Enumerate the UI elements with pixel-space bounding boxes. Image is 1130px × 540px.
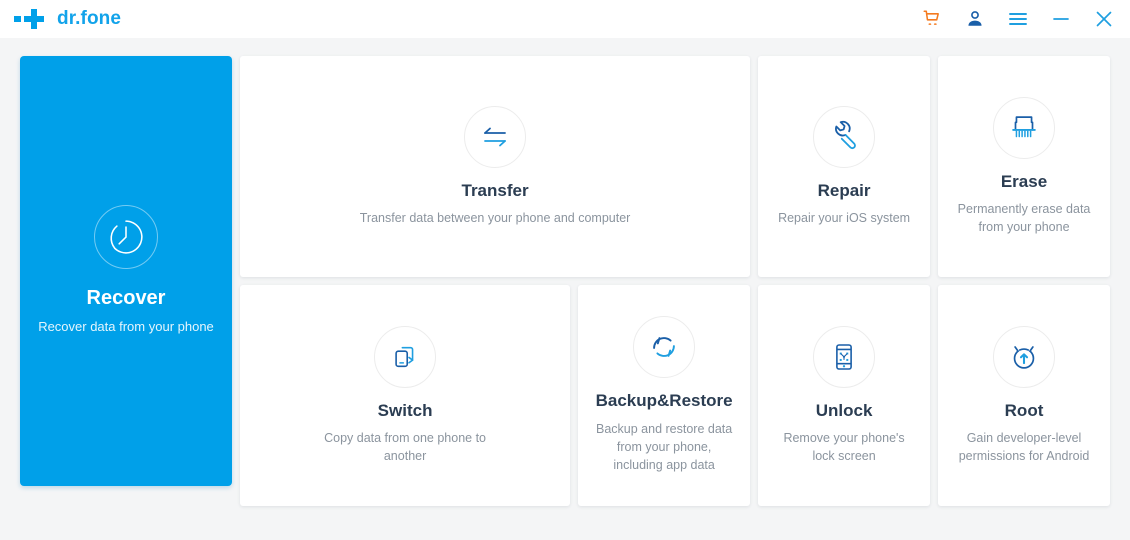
root-android-icon xyxy=(993,325,1056,388)
unlock-phone-icon xyxy=(813,325,876,388)
repair-wrench-icon xyxy=(813,105,876,168)
module-desc: Gain developer-level permissions for And… xyxy=(958,431,1090,464)
recover-clock-icon xyxy=(94,205,158,270)
module-card-backup-restore[interactable]: Backup&Restore Backup and restore data f… xyxy=(578,285,751,506)
account-icon[interactable] xyxy=(963,7,987,31)
minimize-icon[interactable] xyxy=(1049,7,1073,31)
backup-restore-icon xyxy=(633,316,696,379)
module-card-recover[interactable]: Recover Recover data from your phone xyxy=(20,56,232,486)
drfone-cross-logo-icon xyxy=(14,9,44,29)
module-card-root[interactable]: Root Gain developer-level permissions fo… xyxy=(938,285,1110,506)
titlebar-actions xyxy=(920,7,1116,31)
module-title: Transfer xyxy=(461,180,529,200)
module-title: Recover xyxy=(86,287,166,310)
module-title: Erase xyxy=(1000,171,1048,191)
module-desc: Repair your iOS system xyxy=(778,211,911,226)
menu-icon[interactable] xyxy=(1006,7,1030,31)
brand-name: dr.fone xyxy=(57,8,122,29)
module-desc: Remove your phone's lock screen xyxy=(783,431,905,464)
module-desc: Recover data from your phone xyxy=(38,319,214,335)
switch-phones-icon xyxy=(374,325,437,388)
module-card-unlock[interactable]: Unlock Remove your phone's lock screen xyxy=(758,285,931,506)
close-icon[interactable] xyxy=(1092,7,1116,31)
module-desc: Copy data from one phone to another xyxy=(324,431,487,464)
module-card-erase[interactable]: Erase Permanently erase data from your p… xyxy=(938,56,1110,277)
module-grid: Recover Recover data from your phone Tra… xyxy=(0,38,1130,506)
brand: dr.fone xyxy=(14,8,121,30)
cart-icon[interactable] xyxy=(920,7,944,31)
module-desc: Transfer data between your phone and com… xyxy=(359,211,631,226)
erase-shredder-icon xyxy=(993,96,1056,159)
module-title: Switch xyxy=(377,400,433,420)
module-title: Repair xyxy=(817,180,871,200)
module-desc: Permanently erase data from your phone xyxy=(957,202,1091,235)
module-card-transfer[interactable]: Transfer Transfer data between your phon… xyxy=(240,56,751,277)
transfer-arrows-icon xyxy=(464,105,527,168)
module-title: Unlock xyxy=(815,400,873,420)
titlebar: dr.fone xyxy=(0,0,1130,38)
module-card-switch[interactable]: Switch Copy data from one phone to anoth… xyxy=(240,285,571,506)
module-title: Root xyxy=(1004,400,1044,420)
module-card-repair[interactable]: Repair Repair your iOS system xyxy=(758,56,931,277)
module-desc: Backup and restore data from your phone,… xyxy=(596,422,733,473)
module-title: Backup&Restore xyxy=(595,391,733,411)
